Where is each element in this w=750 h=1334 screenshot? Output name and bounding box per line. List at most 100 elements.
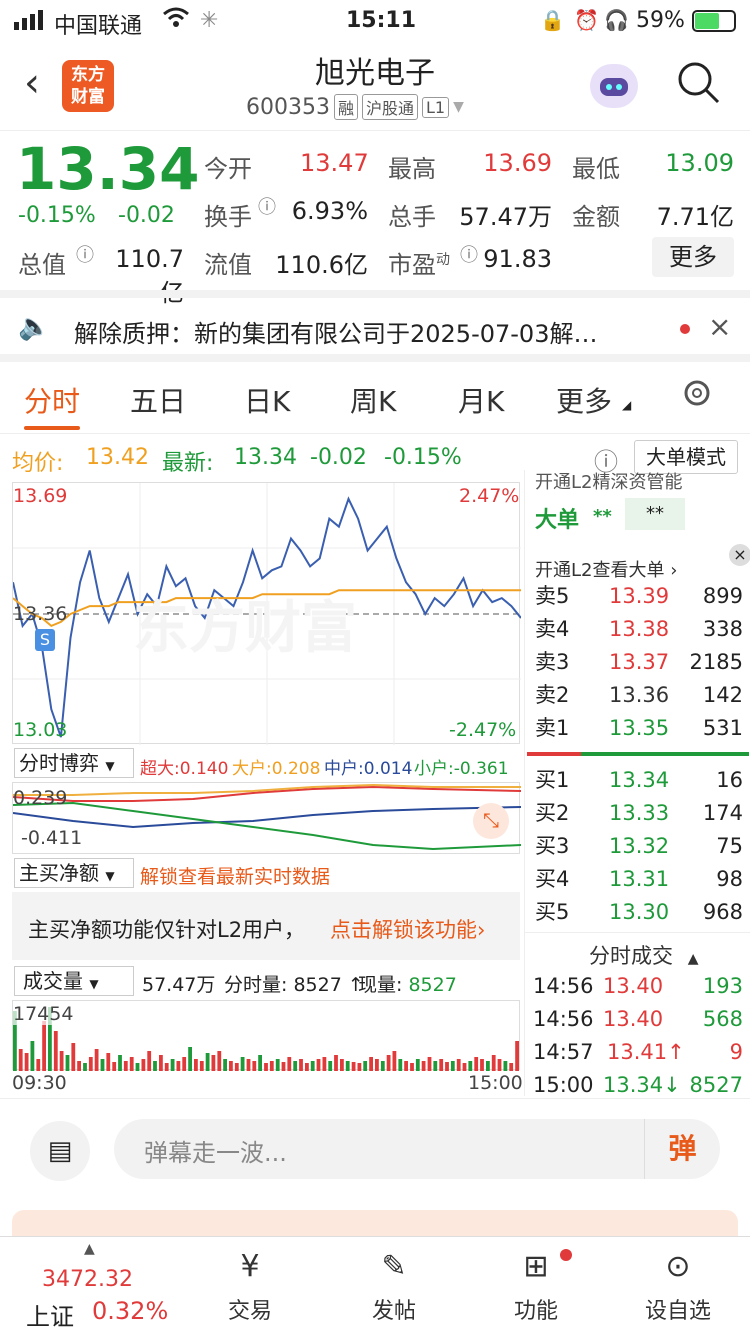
tab-daily-k[interactable]: 日K: [244, 380, 290, 420]
danmu-placeholder: 弹幕走一波...: [144, 1139, 287, 1167]
volume-bar: [486, 1061, 490, 1071]
volume-bar: [427, 1057, 432, 1071]
ask-row[interactable]: 卖2 13.36 142: [535, 679, 743, 712]
ask-row[interactable]: 卖5 13.39 899: [535, 580, 743, 613]
volume-bar: [497, 1059, 502, 1071]
boyi-y-top: 0.239: [13, 787, 68, 809]
watermark: 东方财富: [133, 596, 357, 661]
notice-bar[interactable]: 🔈 解除质押：新的集团有限公司于2025-07-03解… ×: [0, 290, 750, 362]
tick-row: 14:57 13.41↑ 9: [533, 1036, 743, 1069]
more-button[interactable]: 更多: [652, 237, 734, 277]
settings-gear-icon[interactable]: [680, 376, 714, 414]
volume-bar: [135, 1063, 140, 1071]
info-icon[interactable]: ⓘ: [460, 241, 478, 267]
small-label: 小户:-0.361: [414, 759, 509, 779]
volume-bar: [439, 1059, 444, 1071]
ask-row[interactable]: 卖4 13.38 338: [535, 613, 743, 646]
volume-now: 现量: 8527: [358, 974, 457, 996]
tab-add-watchlist[interactable]: ⊙ 设自选: [628, 1249, 728, 1325]
intraday-chart[interactable]: 东方财富 13.69 13.36 13.03 2.47% -2.47% S: [12, 482, 521, 745]
change-percent: -0.15%: [18, 203, 96, 228]
info-icon[interactable]: ⓘ: [258, 193, 276, 219]
boyi-chart-svg: [13, 783, 521, 851]
bid-row[interactable]: 买2 13.33 174: [535, 797, 743, 830]
ask-row[interactable]: 卖1 13.35 531: [535, 712, 743, 745]
bid-row[interactable]: 买3 13.32 75: [535, 830, 743, 863]
volume-bar: [112, 1062, 117, 1071]
high-value: 13.69: [483, 149, 552, 177]
expand-icon[interactable]: ⤡: [473, 803, 509, 839]
tab-trade[interactable]: ¥ 交易: [200, 1249, 300, 1325]
time-start: 09:30: [12, 1072, 67, 1094]
tab-post[interactable]: ✎ 发帖: [344, 1249, 444, 1325]
volume-bar: [316, 1059, 321, 1071]
volume-bar: [264, 1063, 268, 1071]
volume-bar: [199, 1061, 204, 1071]
close-icon[interactable]: ×: [729, 544, 750, 566]
ask-row[interactable]: 卖3 13.37 2185: [535, 646, 743, 679]
bid-row[interactable]: 买4 13.31 98: [535, 863, 743, 896]
bid-row[interactable]: 买1 13.34 16: [535, 764, 743, 797]
pe-value: 91.83: [483, 245, 552, 273]
tab-functions[interactable]: ⊞ 功能: [486, 1249, 586, 1325]
tab-monthly-k[interactable]: 月K: [458, 380, 504, 420]
danmu-input[interactable]: 弹幕走一波... 弹: [114, 1119, 720, 1179]
avg-value: 13.42: [86, 445, 149, 470]
danmu-toggle-button[interactable]: 弹: [644, 1119, 720, 1179]
volume-bar: [415, 1059, 420, 1071]
netbuy-selector[interactable]: 主买净额 ▼: [14, 858, 134, 888]
message-settings-icon[interactable]: ▤: [30, 1121, 90, 1181]
sell-signal-marker[interactable]: S: [35, 629, 55, 651]
tab-more[interactable]: 更多: [556, 380, 612, 420]
promo-banner-peek[interactable]: [12, 1210, 738, 1236]
amount-label: 金额: [572, 203, 620, 231]
volume-bar: [404, 1061, 408, 1071]
headphone-icon: 🎧: [604, 8, 629, 32]
y-label-mid: 13.36: [13, 603, 68, 625]
unlock-text[interactable]: 解锁查看最新实时数据: [140, 862, 330, 889]
volume-bar: [205, 1053, 210, 1071]
tick-price: 13.41↑: [607, 1040, 685, 1064]
y-label-top: 13.69: [13, 485, 68, 507]
tab-5day[interactable]: 五日: [130, 380, 186, 420]
volume-selector[interactable]: 成交量 ▼: [14, 966, 134, 996]
index-ticker[interactable]: ▲ 3472.32 上证 0.32%: [16, 1241, 186, 1331]
pct-label-bottom: -2.47%: [449, 719, 517, 741]
l2-unlock-link[interactable]: 开通L2查看大单 ›: [535, 556, 677, 582]
robot-assistant-icon[interactable]: [590, 64, 638, 108]
boyi-chart[interactable]: 0.239 -0.411 ⤡: [12, 782, 521, 854]
tick-price: 13.34↓: [603, 1073, 681, 1096]
tab-intraday[interactable]: 分时: [24, 380, 80, 420]
volume-bar: [491, 1055, 496, 1071]
index-value: 3472.32: [42, 1267, 133, 1292]
info-icon[interactable]: ⓘ: [76, 241, 94, 267]
boyi-selector[interactable]: 分时博弈 ▼: [14, 748, 134, 778]
bid-ask-ratio-bar: [527, 752, 749, 756]
super-label: 超大:0.140: [140, 759, 229, 779]
chevron-down-icon[interactable]: ▼: [453, 99, 464, 115]
speaker-icon: 🔈: [18, 312, 51, 342]
volume-bar: [223, 1059, 227, 1071]
volume-bar: [398, 1059, 403, 1071]
volume-chart[interactable]: 17454: [12, 1000, 520, 1071]
search-icon[interactable]: [676, 60, 720, 108]
low-label: 最低: [572, 155, 620, 183]
mid-label: 中户:0.014: [324, 759, 413, 779]
netbuy-info-box[interactable]: 主买净额功能仅针对L2用户， 点击解锁该功能›: [12, 892, 520, 960]
buy-orders: 买1 13.34 16 买2 13.33 174 买3 13.32 75 买4 13.31 98…: [535, 764, 743, 929]
battery-icon: [692, 10, 736, 32]
volume-bar: [258, 1055, 262, 1071]
notice-text[interactable]: 解除质押：新的集团有限公司于2025-07-03解…: [74, 314, 664, 349]
netbuy-unlock-link[interactable]: 点击解锁该功能›: [330, 914, 485, 944]
big-order-mode-button[interactable]: 大单模式: [634, 440, 738, 474]
volume-bar: [450, 1061, 455, 1071]
close-icon[interactable]: ×: [708, 310, 731, 343]
stock-header: ‹ 东方 财富 旭光电子 600353 融 沪股通 L1 ▼: [0, 42, 750, 130]
edit-icon: ✎: [381, 1249, 407, 1284]
volume-bar: [474, 1057, 479, 1071]
bid-row[interactable]: 买5 13.30 968: [535, 896, 743, 929]
tab-weekly-k[interactable]: 周K: [350, 380, 396, 420]
alarm-icon: ⏰: [574, 8, 599, 32]
boyi-y-bottom: -0.411: [21, 827, 83, 849]
ticks-title[interactable]: 分时成交 ▲: [589, 940, 698, 970]
